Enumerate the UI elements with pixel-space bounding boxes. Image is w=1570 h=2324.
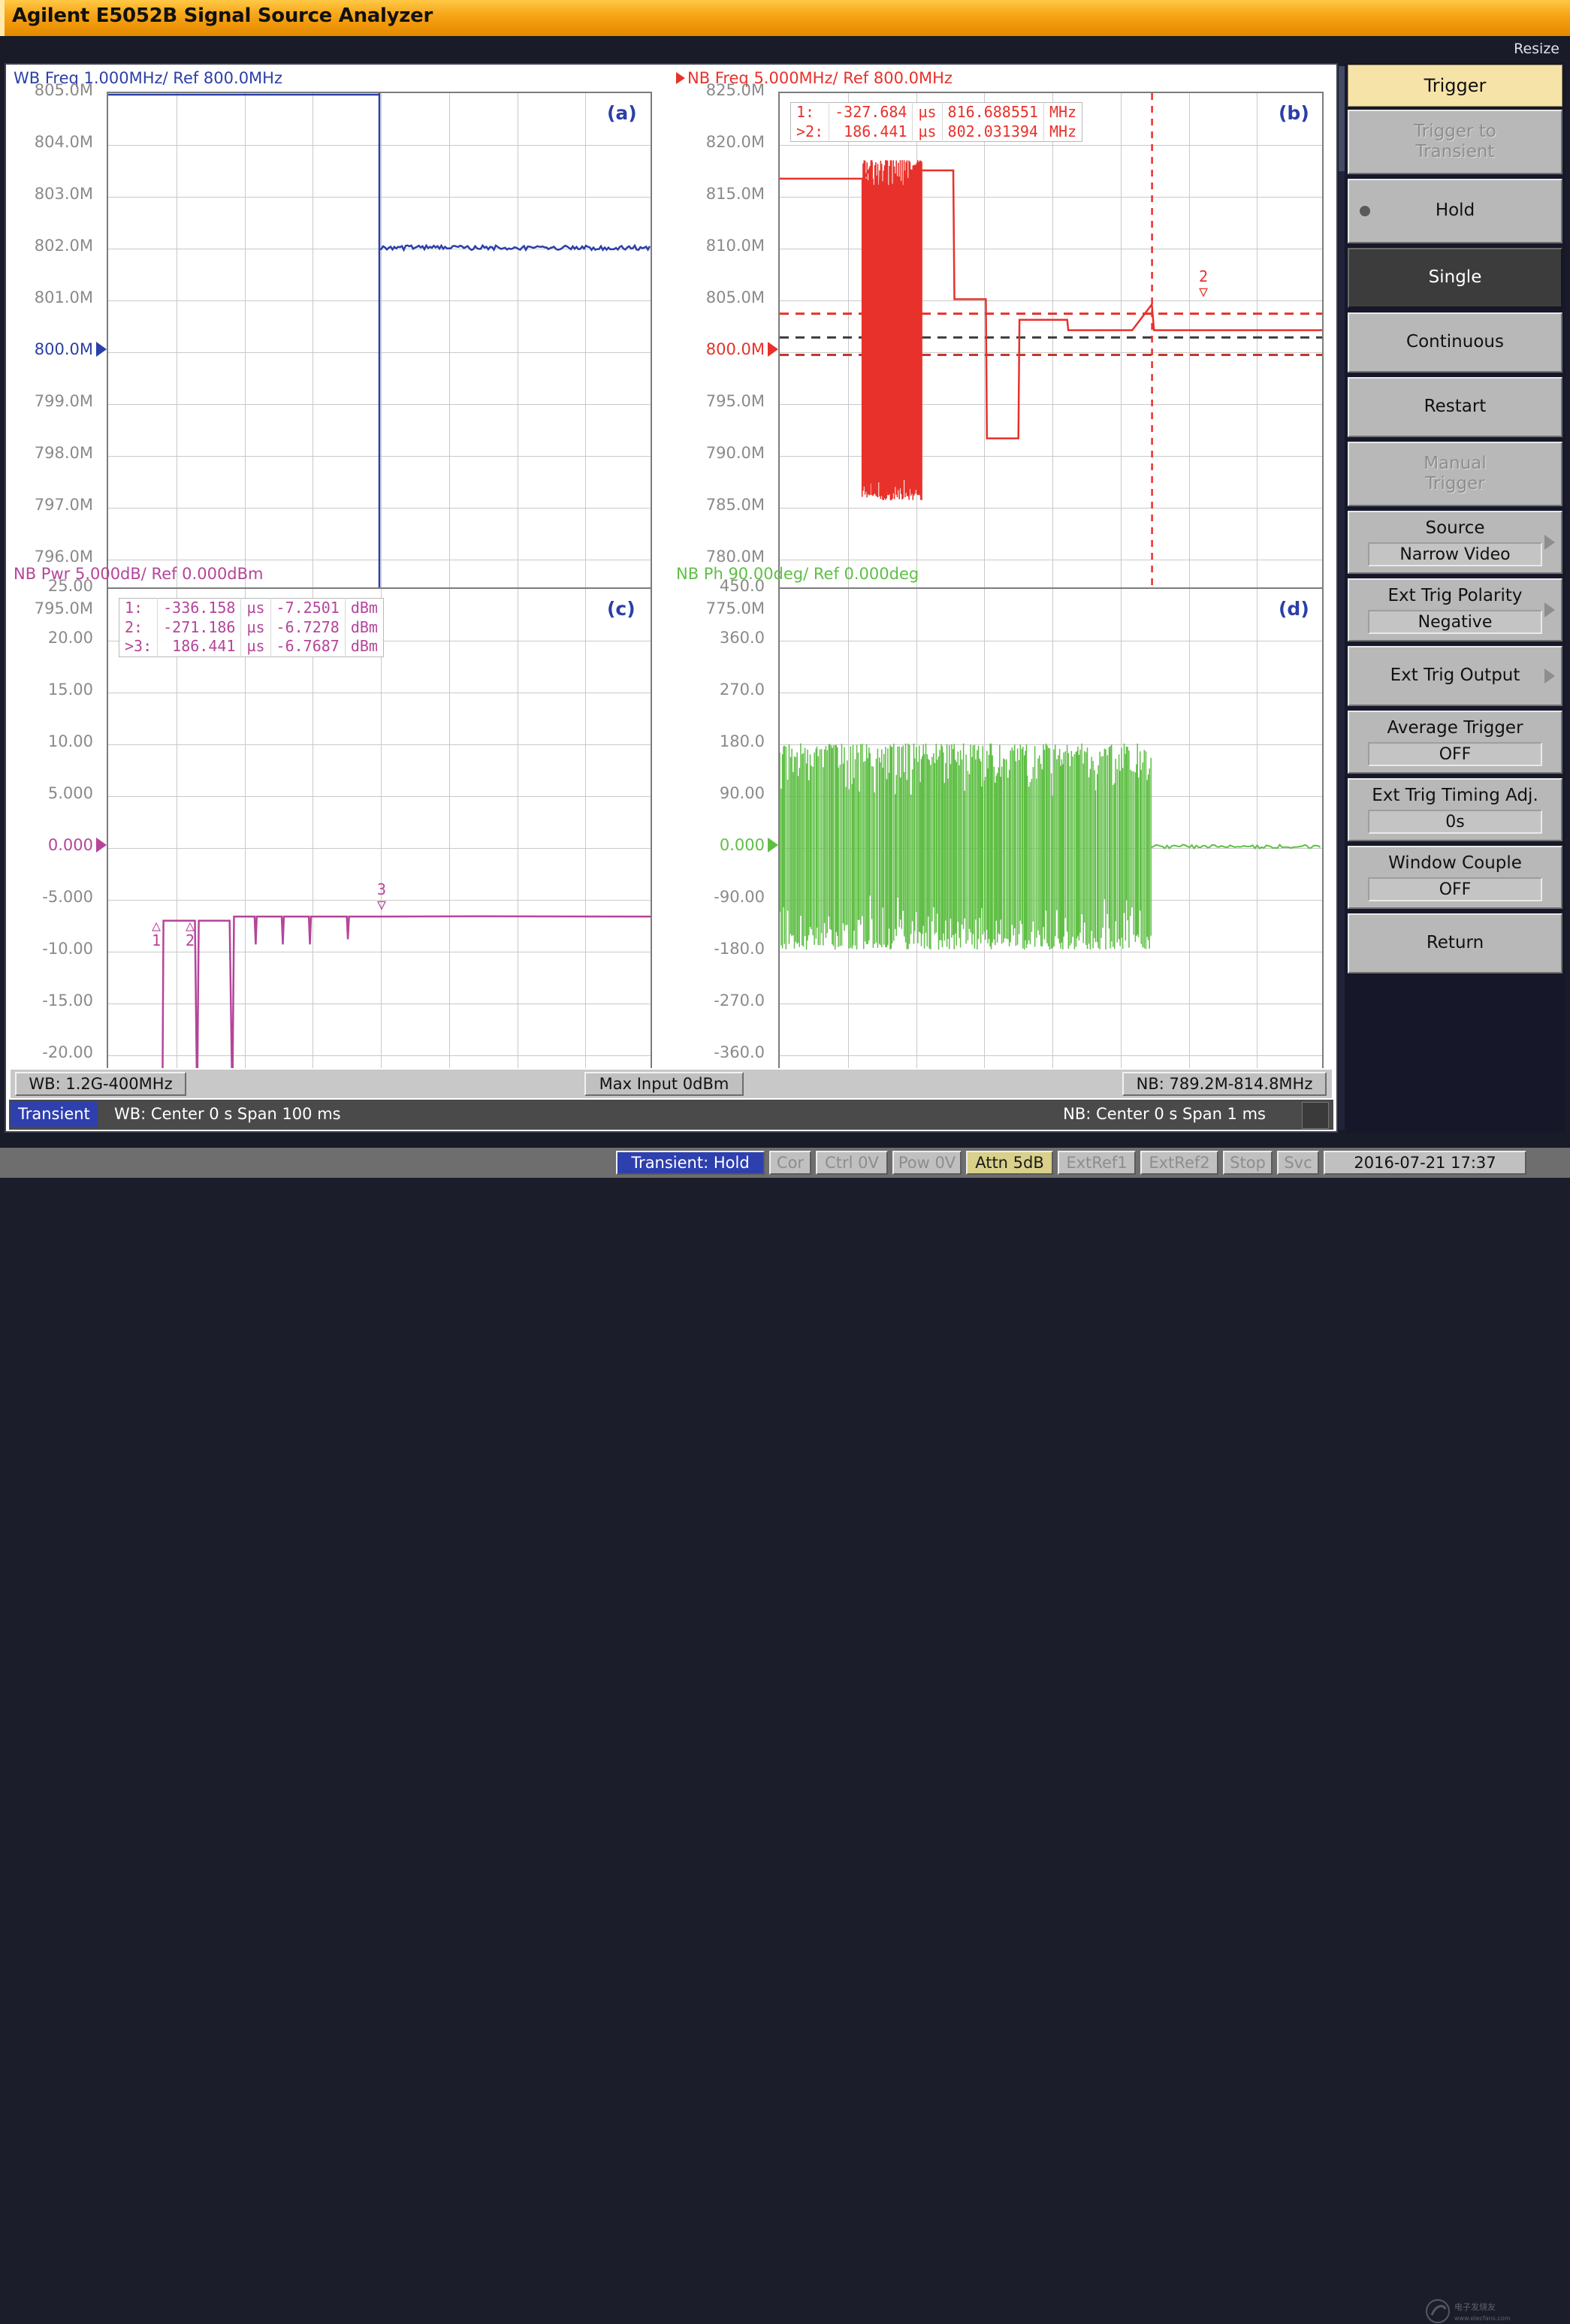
- menu-item-label: Source: [1426, 518, 1485, 539]
- panel-d-ytick: -180.0: [675, 940, 765, 958]
- mode-badge[interactable]: Transient: [11, 1101, 98, 1127]
- svg-text:www.elecfans.com: www.elecfans.com: [1454, 2315, 1511, 2322]
- sub-title-bar: Resize: [0, 36, 1570, 63]
- status-chip-ctrl-0v[interactable]: Ctrl 0V: [816, 1151, 888, 1175]
- menu-item-label: Ext Trig Timing Adj.: [1372, 786, 1538, 806]
- panel-d-ytick: -270.0: [675, 991, 765, 1010]
- menu-item-label: Continuous: [1406, 332, 1504, 352]
- panel-d-ytick: 450.0: [675, 577, 765, 595]
- e5052b-app: Agilent E5052B Signal Source Analyzer Re…: [0, 0, 1570, 1178]
- menu-item-value[interactable]: OFF: [1368, 742, 1542, 766]
- panel-d-grid: [778, 587, 1324, 1106]
- menu-item-ext-trig-output[interactable]: Ext Trig Output: [1348, 646, 1562, 706]
- panel-d-ytick: 180.0: [675, 732, 765, 750]
- title-bar-cap: [0, 0, 5, 36]
- status-row-ranges: WB: 1.2G-400MHz Max Input 0dBm NB: 789.2…: [9, 1068, 1333, 1100]
- sweep-row-box: [1302, 1102, 1329, 1129]
- watermark: 电子发烧友 www.elecfans.com: [1421, 2298, 1556, 2324]
- resize-button[interactable]: Resize: [1514, 41, 1559, 57]
- softkey-menu: Trigger Trigger toTransient Hold Single Con…: [1345, 63, 1565, 1133]
- menu-item-label: Restart: [1424, 397, 1487, 417]
- panel-d-label: (d): [1279, 598, 1309, 620]
- nb-sweep-text: NB: Center 0 s Span 1 ms: [1063, 1105, 1266, 1123]
- wb-range-chip[interactable]: WB: 1.2G-400MHz: [15, 1072, 186, 1096]
- panel-d-ytick: 270.0: [675, 681, 765, 699]
- menu-item-ext-trig-timing-adj[interactable]: Ext Trig Timing Adj. 0s: [1348, 778, 1562, 841]
- menu-item-label: ManualTrigger: [1424, 454, 1487, 494]
- submenu-arrow-icon: [1544, 669, 1555, 684]
- panel-d-ytick: 360.0: [675, 629, 765, 647]
- radio-indicator: [1360, 206, 1370, 216]
- clock-display: 2016-07-21 17:37: [1324, 1151, 1526, 1175]
- nb-range-chip[interactable]: NB: 789.2M-814.8MHz: [1122, 1072, 1327, 1096]
- panel-d-ytick: 0.000: [675, 836, 765, 854]
- status-chip-transient-hold[interactable]: Transient: Hold: [616, 1151, 765, 1175]
- menu-item-source[interactable]: Source Narrow Video: [1348, 511, 1562, 574]
- wb-sweep-text: WB: Center 0 s Span 100 ms: [114, 1105, 341, 1123]
- menu-header: Trigger: [1348, 65, 1562, 107]
- menu-item-single[interactable]: Single: [1348, 248, 1562, 308]
- menu-item-label: Single: [1429, 267, 1482, 288]
- status-chip-cor[interactable]: Cor: [769, 1151, 811, 1175]
- panel-d-ref-marker-icon: [768, 838, 778, 853]
- status-chip-pow-0v[interactable]: Pow 0V: [892, 1151, 962, 1175]
- panel-d: NB Ph 90.00deg/ Ref 0.000deg450.0360.027…: [6, 65, 1330, 1064]
- menu-item-value[interactable]: OFF: [1368, 877, 1542, 901]
- status-chip-attn-5db[interactable]: Attn 5dB: [966, 1151, 1053, 1175]
- status-chip-stop[interactable]: Stop: [1223, 1151, 1273, 1175]
- menu-item-label: Hold: [1436, 201, 1475, 221]
- menu-item-label: Window Couple: [1388, 853, 1522, 874]
- app-title: Agilent E5052B Signal Source Analyzer: [12, 5, 433, 27]
- status-chip-extref2[interactable]: ExtRef2: [1140, 1151, 1218, 1175]
- menu-item-average-trigger[interactable]: Average Trigger OFF: [1348, 711, 1562, 774]
- status-row-sweep: Transient WB: Center 0 s Span 100 ms NB:…: [9, 1100, 1333, 1130]
- panel-d-ytick: -90.00: [675, 888, 765, 906]
- menu-item-manual-trigger: ManualTrigger: [1348, 442, 1562, 506]
- menu-item-continuous[interactable]: Continuous: [1348, 312, 1562, 373]
- menu-item-ext-trig-polarity[interactable]: Ext Trig Polarity Negative: [1348, 578, 1562, 641]
- menu-item-label: Ext Trig Polarity: [1388, 586, 1523, 606]
- menu-item-trigger-to-transient: Trigger toTransient: [1348, 110, 1562, 174]
- status-chip-svc[interactable]: Svc: [1277, 1151, 1319, 1175]
- svg-text:电子发烧友: 电子发烧友: [1454, 2301, 1496, 2312]
- submenu-arrow-icon: [1544, 535, 1555, 550]
- panel-d-trace: [780, 589, 1322, 1104]
- submenu-arrow-icon: [1544, 602, 1555, 617]
- bottom-status-bar: Transient: HoldCorCtrl 0VPow 0VAttn 5dBE…: [0, 1148, 1570, 1178]
- panel-d-ytick: 90.00: [675, 784, 765, 802]
- menu-item-window-couple[interactable]: Window Couple OFF: [1348, 846, 1562, 909]
- menu-item-restart[interactable]: Restart: [1348, 377, 1562, 437]
- menu-item-return[interactable]: Return: [1348, 913, 1562, 973]
- max-input-chip[interactable]: Max Input 0dBm: [584, 1072, 744, 1096]
- menu-item-value[interactable]: Negative: [1368, 610, 1542, 634]
- menu-item-label: Trigger toTransient: [1414, 122, 1496, 162]
- menu-item-label: Average Trigger: [1387, 718, 1523, 738]
- status-chip-extref1[interactable]: ExtRef1: [1058, 1151, 1136, 1175]
- menu-item-value[interactable]: 0s: [1368, 810, 1542, 834]
- title-bar: Agilent E5052B Signal Source Analyzer: [0, 0, 1570, 37]
- instrument-screen: WB Freq 1.000MHz/ Ref 800.0MHz805.0M804.…: [5, 63, 1338, 1133]
- menu-item-hold[interactable]: Hold: [1348, 179, 1562, 243]
- menu-item-label: Ext Trig Output: [1390, 666, 1520, 686]
- panel-d-ytick: -360.0: [675, 1043, 765, 1061]
- menu-item-label: Return: [1427, 933, 1484, 953]
- menu-item-value[interactable]: Narrow Video: [1368, 542, 1542, 566]
